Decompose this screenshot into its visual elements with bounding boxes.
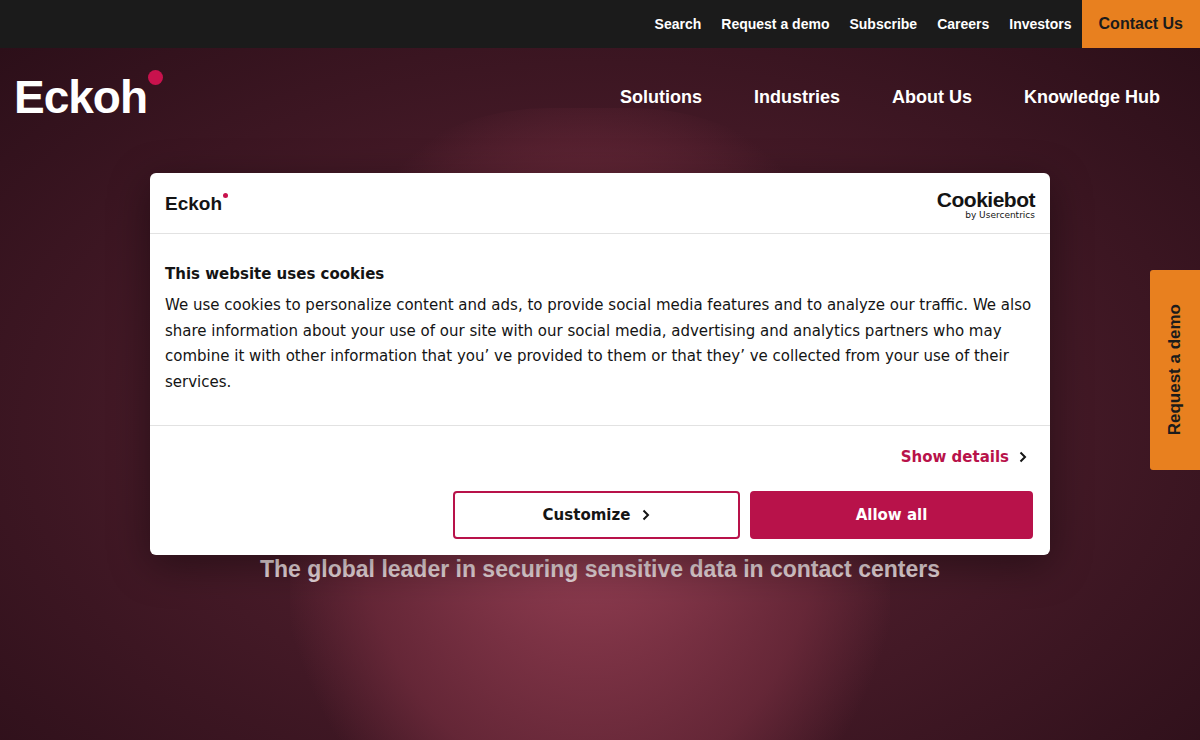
nav-item[interactable]: Solutions bbox=[620, 87, 702, 108]
logo-text: Eckoh bbox=[14, 71, 147, 123]
cookiebot-name: Cookiebot bbox=[937, 189, 1035, 210]
hero: Eckoh Solutions Industries About Us Knowledg… bbox=[0, 48, 1200, 740]
request-demo-label: Request a demo bbox=[1165, 304, 1185, 435]
request-demo-tab[interactable]: Request a demo bbox=[1150, 270, 1200, 470]
nav-item[interactable]: Industries bbox=[754, 87, 840, 108]
top-link[interactable]: Search bbox=[655, 16, 702, 32]
contact-button[interactable]: Contact Us bbox=[1082, 0, 1200, 48]
logo-dot bbox=[223, 193, 228, 198]
cookiebot-brand: Cookiebotby Usercentrics bbox=[937, 189, 1035, 220]
top-link[interactable]: Request a demo bbox=[721, 16, 829, 32]
dialog-body: This website uses cookies We use cookies … bbox=[150, 234, 1050, 426]
cookiebot-sub: by Usercentrics bbox=[965, 210, 1035, 220]
allow-all-button[interactable]: Allow all bbox=[750, 491, 1033, 539]
top-link[interactable]: Careers bbox=[937, 16, 989, 32]
top-links: Search Request a demo Subscribe Careers Inve… bbox=[655, 0, 1082, 48]
cookie-dialog: Eckoh Cookiebotby Usercentrics This websit… bbox=[150, 173, 1050, 555]
nav-item[interactable]: About Us bbox=[892, 87, 972, 108]
top-bar: Search Request a demo Subscribe Careers Inve… bbox=[0, 0, 1200, 48]
logo-dot bbox=[148, 70, 163, 85]
hero-subtitle: The global leader in securing sensitive … bbox=[0, 556, 1200, 583]
nav-item[interactable]: Knowledge Hub bbox=[1024, 87, 1160, 108]
main-nav: Solutions Industries About Us Knowledge Hub bbox=[620, 87, 1160, 108]
top-link[interactable]: Investors bbox=[1009, 16, 1071, 32]
chevron-right-icon bbox=[1019, 451, 1027, 463]
logo[interactable]: Eckoh bbox=[14, 70, 163, 124]
button-label: Allow all bbox=[856, 506, 928, 524]
site-header: Eckoh Solutions Industries About Us Knowledg… bbox=[0, 48, 1200, 124]
top-link[interactable]: Subscribe bbox=[849, 16, 917, 32]
dialog-header: Eckoh Cookiebotby Usercentrics bbox=[150, 173, 1050, 234]
dialog-buttons: Customize Allow all bbox=[167, 491, 1033, 539]
show-details-label: Show details bbox=[901, 448, 1009, 466]
dialog-title: This website uses cookies bbox=[165, 265, 1035, 283]
dialog-logo-text: Eckoh bbox=[165, 193, 222, 214]
dialog-logo: Eckoh bbox=[165, 193, 228, 215]
button-label: Customize bbox=[543, 506, 631, 524]
show-details[interactable]: Show details bbox=[167, 448, 1033, 466]
dialog-footer: Show details Customize Allow all bbox=[150, 426, 1050, 555]
chevron-right-icon bbox=[642, 509, 650, 521]
dialog-text: We use cookies to personalize content an… bbox=[165, 293, 1035, 395]
customize-button[interactable]: Customize bbox=[453, 491, 740, 539]
